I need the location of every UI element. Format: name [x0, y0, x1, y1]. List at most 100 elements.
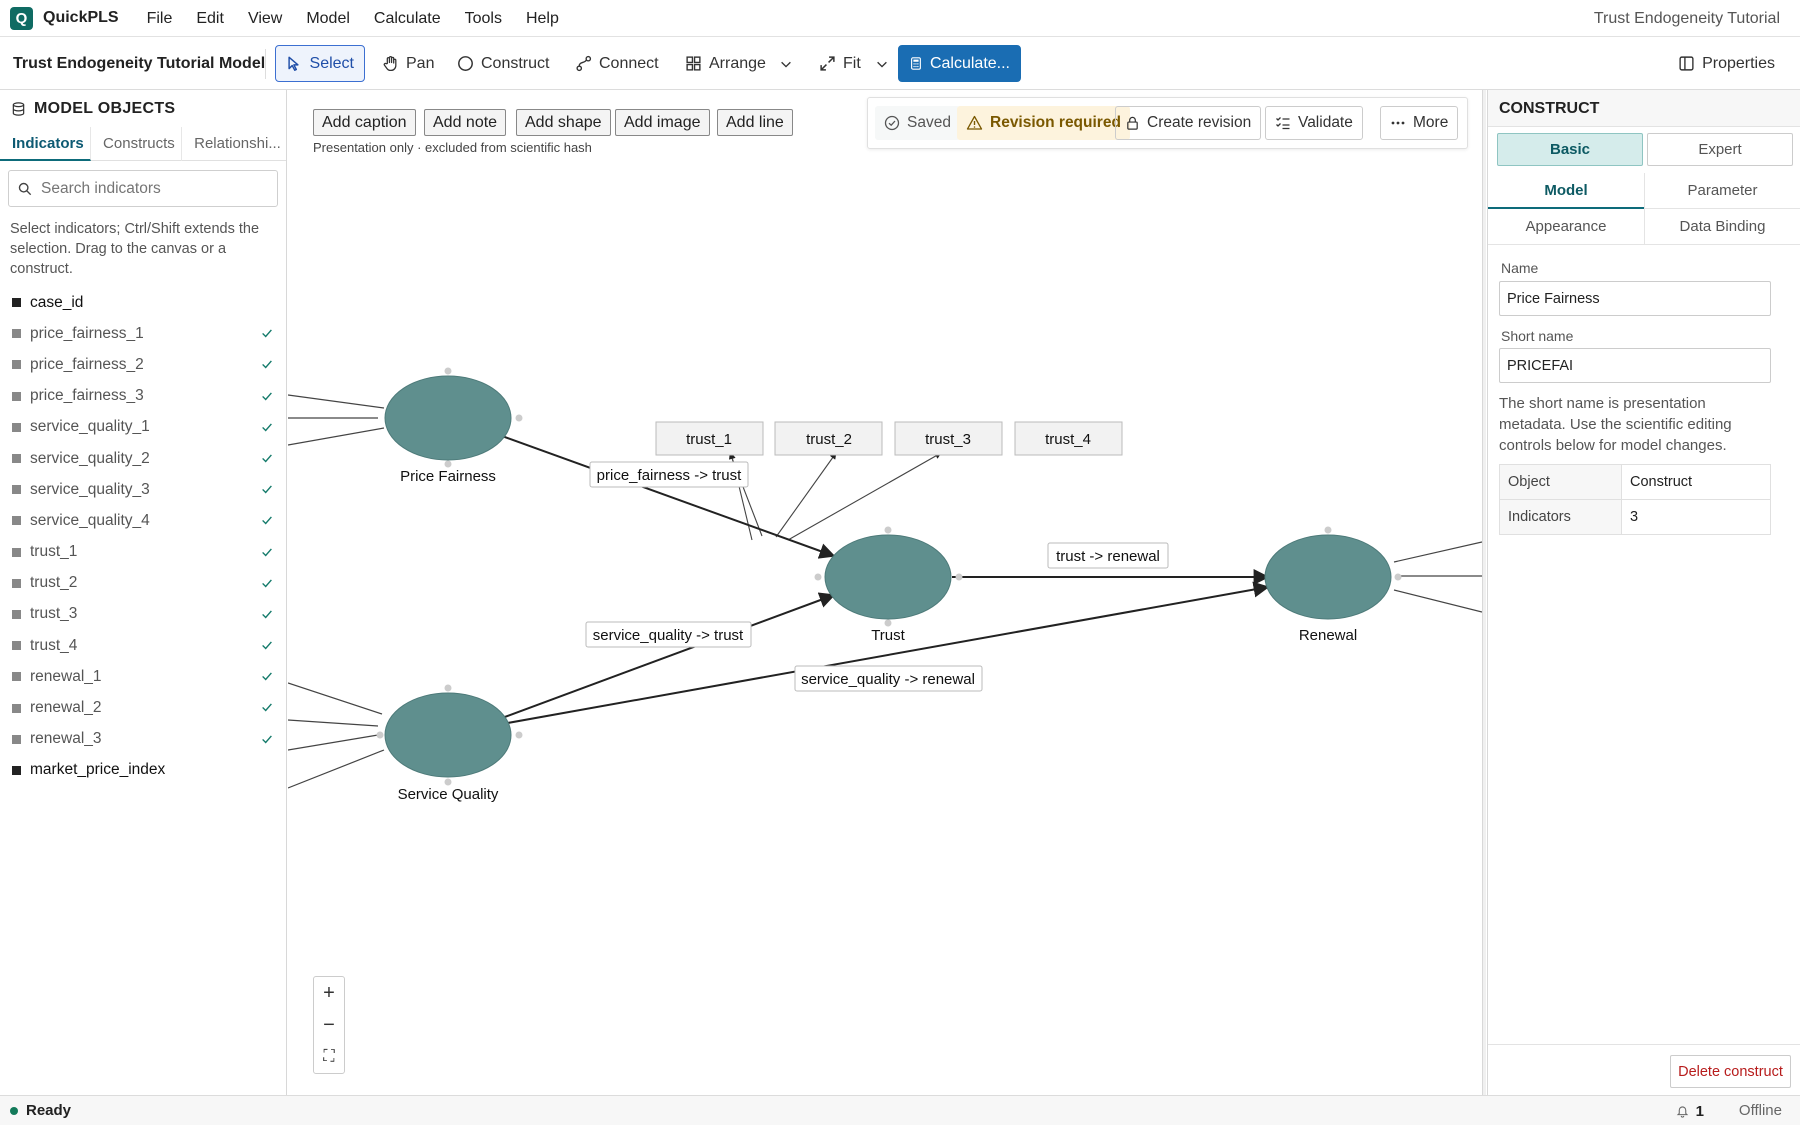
path-diagram: Price Fairness Service Quality Trust Ren… [288, 367, 1482, 804]
properties-label: Properties [1702, 54, 1775, 72]
pan-tool-button[interactable]: Pan [371, 45, 445, 82]
more-label: More [1413, 114, 1449, 131]
ellipsis-icon [1391, 121, 1405, 125]
check-icon [262, 579, 272, 588]
indicator-name: trust_2 [30, 574, 78, 592]
toolbar-divider [265, 49, 266, 79]
zoom-fit-button[interactable]: ⛶ [314, 1041, 344, 1073]
construct-label-renewal: Renewal [1299, 627, 1357, 644]
fit-dropdown-button[interactable] [870, 45, 894, 82]
label-sq-trust[interactable]: service_quality -> trust [585, 621, 752, 648]
pan-tool-label: Pan [406, 54, 435, 72]
path-sq-trust[interactable] [501, 592, 836, 719]
zoom-out-button[interactable]: − [314, 1009, 344, 1041]
construct-renewal[interactable]: Renewal [1264, 526, 1402, 645]
label-trust-renewal[interactable]: trust -> renewal [1047, 542, 1169, 569]
fit-button[interactable]: Fit [808, 45, 872, 82]
construct-label-service-quality: Service Quality [398, 786, 499, 803]
menu-model[interactable]: Model [294, 0, 362, 37]
check-icon [262, 329, 272, 338]
indicator-row[interactable]: renewal_3 [0, 724, 286, 755]
more-button[interactable]: More [1380, 106, 1459, 140]
indicator-row[interactable]: service_quality_1 [0, 412, 286, 443]
name-field[interactable] [1499, 281, 1771, 316]
notifications-button[interactable]: 1 [1676, 1096, 1704, 1125]
tab-data-binding[interactable]: Data Binding [1644, 209, 1800, 245]
pf-indicator-lines [288, 394, 385, 446]
indicator-row[interactable]: service_quality_4 [0, 505, 286, 536]
indicator-row[interactable]: trust_3 [0, 599, 286, 630]
indicator-trust-4[interactable]: trust_4 [1014, 421, 1123, 456]
expert-mode-button[interactable]: Expert [1647, 133, 1793, 166]
toolbar: Trust Endogeneity Tutorial Model Select … [0, 37, 1800, 90]
tab-indicators[interactable]: Indicators [0, 127, 92, 161]
indicator-trust-2[interactable]: trust_2 [774, 421, 883, 456]
menu-help[interactable]: Help [514, 0, 571, 37]
indicator-square-icon [12, 329, 21, 339]
check-icon [262, 360, 272, 369]
indicator-row[interactable]: case_id [0, 287, 286, 318]
construct-price-fairness[interactable]: Price Fairness [384, 367, 523, 486]
indicator-row[interactable]: trust_2 [0, 568, 286, 599]
basic-mode-button[interactable]: Basic [1497, 133, 1643, 166]
zoom-in-button[interactable]: + [314, 977, 344, 1009]
menu-file[interactable]: File [135, 0, 185, 37]
delete-construct-button[interactable]: Delete construct [1670, 1055, 1791, 1088]
construct-label-price-fairness: Price Fairness [400, 468, 496, 485]
indicator-row[interactable]: price_fairness_1 [0, 318, 286, 349]
construct-service-quality[interactable]: Service Quality [376, 684, 523, 804]
connect-tool-label: Connect [599, 54, 659, 72]
indicator-row[interactable]: trust_4 [0, 630, 286, 661]
model-canvas[interactable]: Add caption Add note Add shape Add image… [288, 90, 1482, 1095]
saved-indicator: Saved [875, 106, 960, 140]
indicator-row[interactable]: renewal_2 [0, 692, 286, 723]
calculate-button[interactable]: Calculate... [898, 45, 1021, 82]
create-revision-button[interactable]: Create revision [1115, 106, 1262, 140]
indicator-name: trust_1 [30, 543, 78, 561]
indicator-row[interactable]: market_price_index [0, 755, 286, 786]
construct-tool-label: Construct [481, 54, 550, 72]
tab-constructs[interactable]: Constructs [91, 127, 183, 161]
menu-calculate[interactable]: Calculate [362, 0, 453, 37]
chevron-down-icon [781, 61, 791, 68]
select-tool-button[interactable]: Select [275, 45, 365, 82]
checklist-icon [1276, 117, 1290, 130]
path-label-text: trust -> renewal [1056, 548, 1160, 565]
indicator-row[interactable]: price_fairness_3 [0, 381, 286, 412]
connect-tool-button[interactable]: Connect [564, 45, 670, 82]
construct-trust[interactable]: Trust [814, 526, 963, 645]
label-pf-trust[interactable]: price_fairness -> trust [589, 461, 749, 488]
indicator-trust-3[interactable]: trust_3 [894, 421, 1003, 456]
validate-button[interactable]: Validate [1265, 106, 1363, 140]
menu-edit[interactable]: Edit [184, 0, 236, 37]
indicator-row[interactable]: price_fairness_2 [0, 349, 286, 380]
database-icon [12, 101, 25, 116]
indicator-label: trust_1 [686, 431, 732, 448]
indicator-row[interactable]: trust_1 [0, 537, 286, 568]
construct-tool-button[interactable]: Construct [446, 45, 560, 82]
menu-tools[interactable]: Tools [453, 0, 514, 37]
indicator-square-icon [12, 703, 21, 713]
menu-view[interactable]: View [236, 0, 294, 37]
panel-splitter[interactable] [1482, 90, 1486, 1095]
tab-parameter[interactable]: Parameter [1644, 173, 1800, 209]
tab-model[interactable]: Model [1488, 173, 1644, 209]
tab-relationships[interactable]: Relationshi... [182, 127, 286, 161]
search-icon [18, 182, 32, 195]
circle-icon [458, 56, 473, 71]
arrange-dropdown-button[interactable] [774, 45, 798, 82]
indicators-value: 3 [1621, 499, 1771, 535]
indicator-row[interactable]: service_quality_2 [0, 443, 286, 474]
short-name-field[interactable] [1499, 348, 1771, 383]
arrange-button[interactable]: Arrange [674, 45, 777, 82]
indicator-trust-1[interactable]: trust_1 [655, 421, 764, 456]
label-sq-renewal[interactable]: service_quality -> renewal [794, 665, 983, 692]
arrange-label: Arrange [709, 54, 766, 72]
indicator-label: trust_2 [806, 431, 852, 448]
indicator-row[interactable]: service_quality_3 [0, 474, 286, 505]
properties-toggle-button[interactable]: Properties [1667, 45, 1786, 82]
status-dot [10, 1106, 18, 1115]
indicator-row[interactable]: renewal_1 [0, 661, 286, 692]
search-input[interactable] [41, 179, 261, 198]
tab-appearance[interactable]: Appearance [1488, 209, 1644, 245]
